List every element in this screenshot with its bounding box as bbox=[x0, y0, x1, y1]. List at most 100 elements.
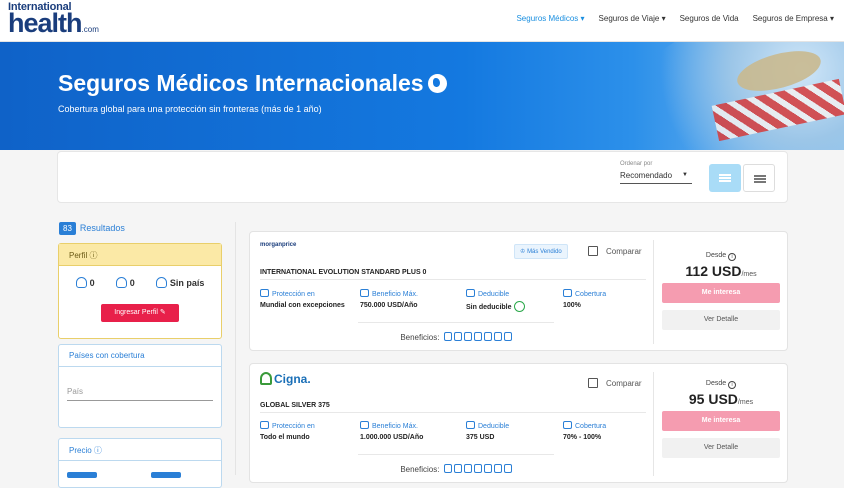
cigna-tree-icon bbox=[260, 372, 272, 385]
sort-label: Ordenar por bbox=[620, 161, 653, 167]
location-icon bbox=[155, 277, 167, 288]
hospital-icon bbox=[443, 332, 452, 341]
price-max-handle[interactable] bbox=[151, 472, 181, 478]
pregnancy-icon bbox=[473, 464, 482, 473]
ribbon-icon bbox=[493, 332, 502, 341]
paises-panel: Países con cobertura País bbox=[58, 344, 222, 428]
ambulance-icon bbox=[503, 464, 512, 473]
children-count: 0 bbox=[115, 277, 135, 288]
hero-banner: Seguros Médicos Internacionales Cobertur… bbox=[0, 42, 844, 150]
feature-value: Sin deducible bbox=[466, 304, 512, 311]
feature-label: Deducible bbox=[478, 423, 510, 430]
desde-text: Desde bbox=[705, 252, 727, 259]
precio-title: Precio bbox=[69, 446, 92, 455]
nav-item-seguros-medicos[interactable]: Seguros Médicos ▾ bbox=[516, 14, 584, 23]
perfil-header[interactable]: Perfil ⓘ bbox=[59, 244, 221, 266]
building-icon bbox=[260, 421, 269, 429]
perfil-title: Perfil bbox=[69, 251, 88, 260]
precio-panel: Precio ⓘ bbox=[58, 438, 222, 488]
family-icon bbox=[453, 332, 462, 341]
ver-detalle-button[interactable]: Ver Detalle bbox=[662, 310, 780, 330]
country-value: Sin país bbox=[155, 277, 204, 288]
feature-label: Deducible bbox=[478, 291, 510, 298]
feature-label: Protección en bbox=[272, 291, 315, 298]
sort-selected-value: Recomendado bbox=[620, 171, 673, 180]
price-value: 95 USD bbox=[688, 391, 738, 407]
hand-coin-icon bbox=[466, 421, 475, 429]
info-icon[interactable]: i bbox=[728, 381, 737, 389]
nav-item-seguros-de-empresa[interactable]: Seguros de Empresa ▾ bbox=[753, 14, 834, 23]
feature-label: Cobertura bbox=[575, 423, 607, 430]
sort-select[interactable]: Recomendado ▼ bbox=[620, 171, 692, 184]
site-logo[interactable]: International health.com bbox=[8, 2, 99, 37]
feature-proteccion: Protección en Todo el mundo bbox=[260, 421, 350, 442]
adult-icon bbox=[75, 277, 87, 288]
feature-value: Mundial con excepciones bbox=[260, 302, 345, 309]
shield-icon bbox=[360, 289, 369, 297]
info-icon[interactable]: i bbox=[728, 253, 737, 261]
building-icon bbox=[260, 289, 269, 297]
feature-label: Cobertura bbox=[575, 291, 607, 298]
price-min-handle[interactable] bbox=[67, 472, 97, 478]
feature-cobertura: Cobertura 70% - 100% bbox=[563, 421, 643, 442]
price-panel: Desde i 112 USD/mes Me interesa Ver Deta… bbox=[653, 240, 788, 344]
grid-view-button[interactable] bbox=[743, 164, 775, 192]
precio-header[interactable]: Precio ⓘ bbox=[59, 439, 221, 461]
globe-icon bbox=[427, 74, 447, 93]
benefits-row: Beneficios: bbox=[358, 454, 554, 474]
compare-checkbox[interactable] bbox=[588, 378, 598, 388]
tooth-icon bbox=[463, 332, 472, 341]
benefits-label: Beneficios: bbox=[400, 333, 440, 342]
benefits-row: Beneficios: bbox=[358, 322, 554, 342]
insurer-logo-text: Cigna. bbox=[274, 372, 311, 386]
pais-input[interactable]: País bbox=[67, 387, 213, 401]
feature-deducible: Deducible Sin deducible bbox=[466, 289, 556, 312]
me-interesa-button[interactable]: Me interesa bbox=[662, 411, 780, 431]
adults-count: 0 bbox=[75, 277, 95, 288]
paises-header[interactable]: Países con cobertura bbox=[59, 345, 221, 367]
hand-coin-icon bbox=[466, 289, 475, 297]
price-value: 112 USD bbox=[685, 263, 742, 279]
price-period: /mes bbox=[741, 271, 757, 278]
results-label: Resultados bbox=[79, 223, 125, 233]
nav-item-seguros-de-viaje[interactable]: Seguros de Viaje ▾ bbox=[599, 14, 666, 23]
price-from-label: Desde i bbox=[654, 380, 788, 389]
feature-beneficio: Beneficio Máx. 1.000.000 USD/Año bbox=[360, 421, 460, 442]
feature-value: 70% - 100% bbox=[563, 434, 602, 441]
perfil-panel: Perfil ⓘ 0 0 Sin país Ingresar Perfil ✎ bbox=[58, 243, 222, 339]
info-icon: ⓘ bbox=[93, 446, 102, 455]
mas-vendido-badge: ♔ Más Vendido bbox=[514, 244, 568, 259]
page-subtitle: Cobertura global para una protección sin… bbox=[58, 104, 322, 114]
column-divider bbox=[235, 222, 236, 475]
pregnancy-icon bbox=[473, 332, 482, 341]
umbrella-icon bbox=[563, 289, 572, 297]
logo-suffix-text: .com bbox=[81, 25, 99, 34]
me-interesa-button[interactable]: Me interesa bbox=[662, 283, 780, 303]
plan-name: INTERNATIONAL EVOLUTION STANDARD PLUS 0 bbox=[260, 269, 646, 280]
compare-checkbox[interactable] bbox=[588, 246, 598, 256]
results-count-badge: 83 bbox=[59, 222, 76, 235]
trophy-icon: ♔ bbox=[520, 249, 526, 255]
feature-label: Beneficio Máx. bbox=[372, 423, 418, 430]
list-view-button[interactable] bbox=[709, 164, 741, 192]
compare-toggle[interactable]: Comparar bbox=[588, 246, 642, 256]
tooth-icon bbox=[463, 464, 472, 473]
compare-label: Comparar bbox=[606, 378, 642, 388]
info-icon: ⓘ bbox=[89, 251, 98, 260]
feature-label: Protección en bbox=[272, 423, 315, 430]
chevron-down-icon: ▾ bbox=[829, 14, 834, 23]
umbrella-icon bbox=[563, 421, 572, 429]
ver-detalle-button[interactable]: Ver Detalle bbox=[662, 438, 780, 458]
logo-main-text: health bbox=[8, 8, 83, 38]
feature-value: 100% bbox=[563, 302, 581, 309]
perfil-summary: 0 0 Sin país bbox=[59, 266, 221, 288]
feature-cobertura: Cobertura 100% bbox=[563, 289, 643, 310]
ingresar-perfil-button[interactable]: Ingresar Perfil ✎ bbox=[101, 304, 179, 322]
price-amount: 112 USD/mes bbox=[654, 263, 788, 279]
insurer-logo: Cigna. bbox=[260, 372, 311, 386]
feature-proteccion: Protección en Mundial con excepciones bbox=[260, 289, 350, 310]
chevron-down-icon: ▾ bbox=[580, 14, 585, 23]
sort-toolbar: Ordenar por Recomendado ▼ bbox=[57, 151, 788, 203]
nav-item-seguros-de-vida[interactable]: Seguros de Vida bbox=[680, 14, 739, 23]
compare-toggle[interactable]: Comparar bbox=[588, 378, 642, 388]
